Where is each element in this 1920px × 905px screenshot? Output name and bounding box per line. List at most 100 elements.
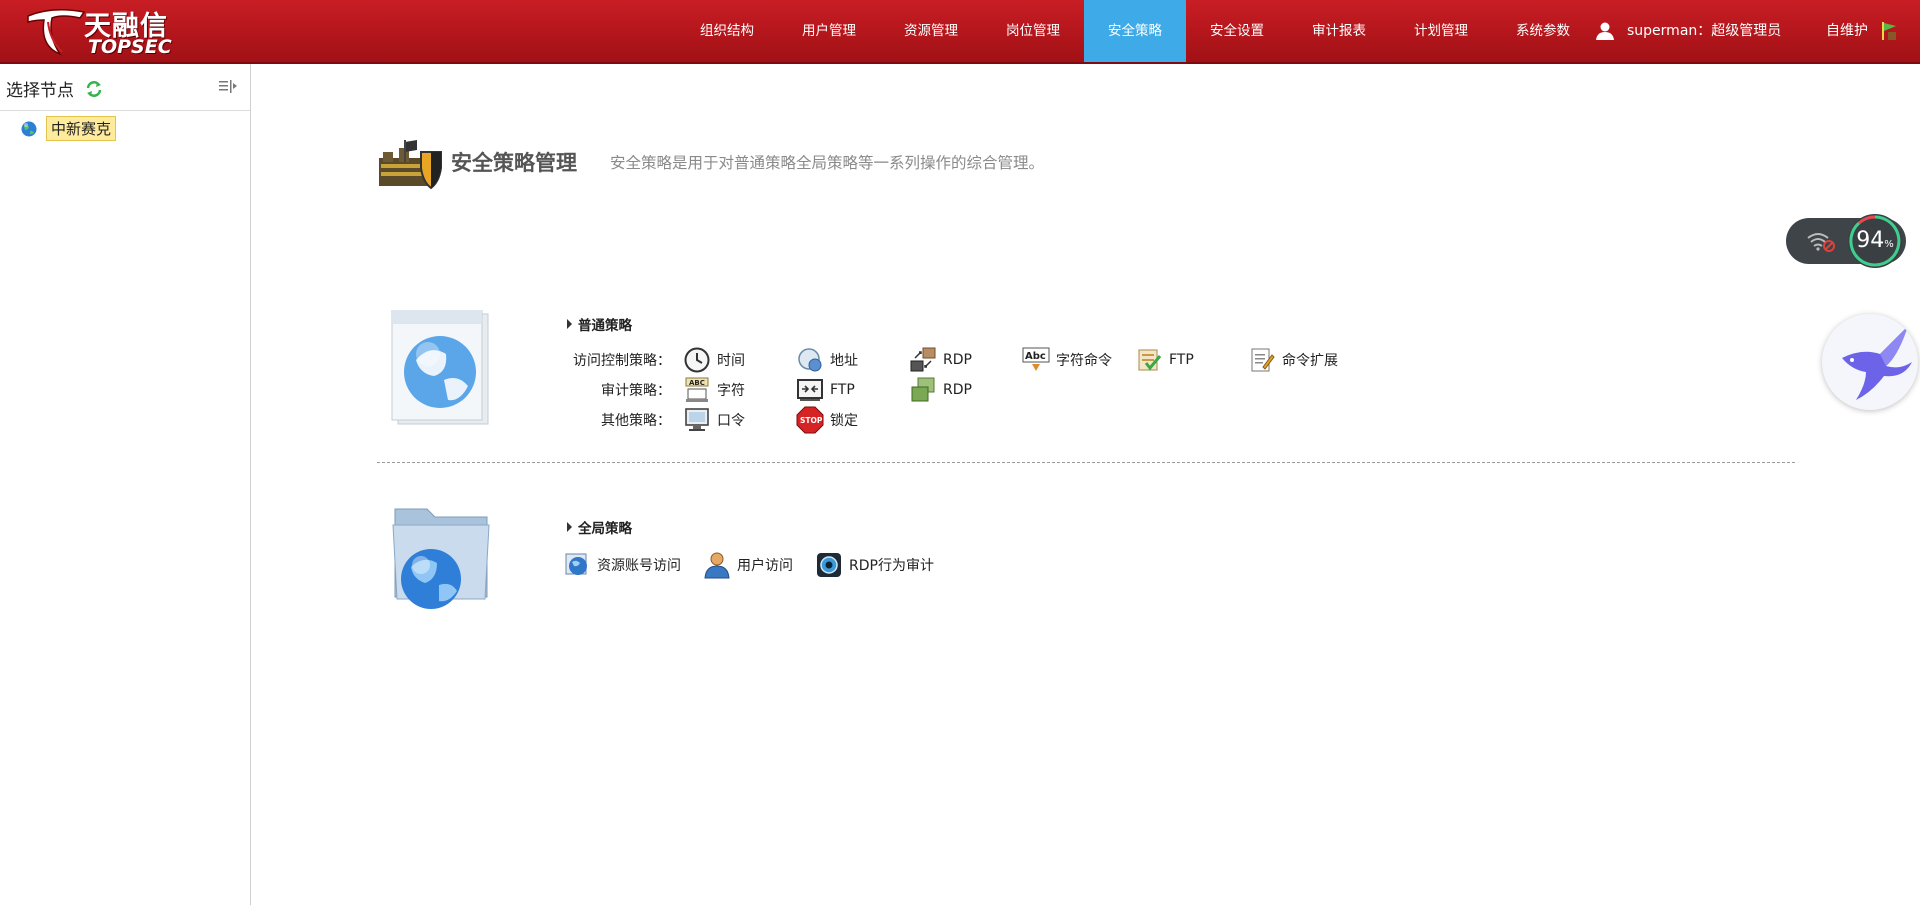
normal-policy-heading-text: 普通策略 xyxy=(578,318,632,334)
nav-security-settings[interactable]: 安全设置 xyxy=(1186,0,1288,62)
user-access-link[interactable]: 用户访问 xyxy=(703,551,793,579)
nav-org-structure[interactable]: 组织结构 xyxy=(676,0,778,62)
topsec-logo: 天融信 TOPSEC xyxy=(22,2,197,60)
audit-policy-row: 审计策略： ABC 字符 FTP RDP xyxy=(563,376,972,404)
policy-address-link[interactable]: 地址 xyxy=(796,346,909,374)
node-sidebar: 选择节点 中新赛克 xyxy=(0,64,251,905)
section-divider xyxy=(377,462,1795,463)
policy-char-command-label: 字符命令 xyxy=(1056,353,1112,369)
global-policy-folder-image xyxy=(392,508,490,609)
policy-command-extension-label: 命令扩展 xyxy=(1282,353,1338,369)
refresh-icon[interactable] xyxy=(85,80,103,98)
resource-account-globe-icon xyxy=(563,551,591,579)
security-policy-title-icon xyxy=(379,140,442,190)
nav-system-params[interactable]: 系统参数 xyxy=(1492,0,1594,62)
policy-ftp-access-link[interactable]: FTP xyxy=(1135,346,1248,374)
policy-time-link[interactable]: 时间 xyxy=(683,346,796,374)
audit-ftp-link[interactable]: FTP xyxy=(796,376,909,404)
globe-node-icon xyxy=(21,121,37,136)
usage-percent-value: 94 xyxy=(1856,228,1885,253)
normal-policy-document-image xyxy=(391,310,489,425)
address-globe-icon xyxy=(796,346,824,374)
rdp-behavior-audit-label: RDP行为审计 xyxy=(849,558,934,574)
audit-ftp-label: FTP xyxy=(830,382,855,398)
rdp-windows-icon xyxy=(909,376,937,404)
tree-node-root[interactable]: 中新赛克 xyxy=(20,116,117,141)
clock-icon xyxy=(683,346,711,374)
audit-policy-label: 审计策略： xyxy=(601,383,671,399)
sidebar-header: 选择节点 xyxy=(0,64,250,111)
usage-percent-sign: % xyxy=(1884,239,1894,250)
logo-mark-icon xyxy=(27,9,86,56)
ftp-transfer-icon xyxy=(796,376,824,404)
triangle-bullet-icon xyxy=(567,522,572,532)
abc-terminal-icon: ABC xyxy=(683,376,711,404)
resource-account-access-link[interactable]: 资源账号访问 xyxy=(563,551,681,579)
rdp-behavior-audit-link[interactable]: RDP行为审计 xyxy=(815,551,934,579)
nav-resource-management[interactable]: 资源管理 xyxy=(880,0,982,62)
sidebar-title: 选择节点 xyxy=(6,81,74,101)
ftp-checklist-icon xyxy=(1135,346,1163,374)
nav-post-management[interactable]: 岗位管理 xyxy=(982,0,1084,62)
main-content: 安全策略管理 安全策略是用于对普通策略全局策略等一系列操作的综合管理。 普通策略… xyxy=(251,64,1920,905)
other-password-label: 口令 xyxy=(717,413,745,429)
global-policy-items: 资源账号访问 用户访问 RDP行为审计 xyxy=(563,551,956,579)
nav-user-management[interactable]: 用户管理 xyxy=(778,0,880,62)
triangle-bullet-icon xyxy=(567,319,572,329)
nav-audit-reports[interactable]: 审计报表 xyxy=(1288,0,1390,62)
monitor-password-icon xyxy=(683,406,711,434)
nav-plan-management[interactable]: 计划管理 xyxy=(1390,0,1492,62)
tree-node-label[interactable]: 中新赛克 xyxy=(46,116,117,141)
main-nav: 组织结构 用户管理 资源管理 岗位管理 安全策略 安全设置 审计报表 计划管理 … xyxy=(676,0,1594,62)
nav-security-policy[interactable]: 安全策略 xyxy=(1084,0,1186,62)
rdp-camera-icon xyxy=(815,551,843,579)
self-maintenance-link[interactable]: 自维护 xyxy=(1826,0,1900,62)
hummingbird-icon xyxy=(1842,326,1912,400)
audit-char-link[interactable]: ABC 字符 xyxy=(683,376,796,404)
user-access-label: 用户访问 xyxy=(737,558,793,574)
access-control-label: 访问控制策略： xyxy=(573,353,671,369)
other-policy-row: 其他策略： 口令 STOP 锁定 xyxy=(563,406,858,434)
policy-rdp-access-link[interactable]: RDP xyxy=(909,346,1022,374)
network-speed-widget[interactable]: 94% xyxy=(1786,214,1906,268)
policy-char-command-link[interactable]: Abc 字符命令 xyxy=(1022,346,1135,374)
policy-command-extension-link[interactable]: 命令扩展 xyxy=(1248,346,1338,374)
policy-ftp-access-label: FTP xyxy=(1169,352,1194,368)
svg-text:Abc: Abc xyxy=(1025,351,1046,362)
other-lock-link[interactable]: STOP 锁定 xyxy=(796,406,858,434)
abc-spellcheck-icon: Abc xyxy=(1022,346,1050,374)
logo-english-text: TOPSEC xyxy=(88,36,172,58)
other-lock-label: 锁定 xyxy=(830,413,858,429)
svg-text:ABC: ABC xyxy=(689,379,705,387)
floating-bird-assistant[interactable] xyxy=(1822,314,1918,410)
self-maintenance-label: 自维护 xyxy=(1826,23,1868,39)
page-description: 安全策略是用于对普通策略全局策略等一系列操作的综合管理。 xyxy=(610,154,1045,172)
svg-text:STOP: STOP xyxy=(800,416,823,425)
global-policy-heading-text: 全局策略 xyxy=(578,521,632,537)
normal-policy-heading: 普通策略 xyxy=(567,314,632,334)
access-control-row: 访问控制策略： 时间 地址 RDP Abc 字符命令 FTP 命令扩展 xyxy=(563,346,1338,374)
audit-rdp-link[interactable]: RDP xyxy=(909,376,972,404)
resource-account-access-label: 资源账号访问 xyxy=(597,558,681,574)
other-policy-label: 其他策略： xyxy=(601,413,671,429)
other-password-link[interactable]: 口令 xyxy=(683,406,796,434)
top-header: 天融信 TOPSEC 组织结构 用户管理 资源管理 岗位管理 安全策略 安全设置… xyxy=(0,0,1920,64)
audit-rdp-label: RDP xyxy=(943,382,972,398)
notepad-pencil-icon xyxy=(1248,346,1276,374)
user-person-icon xyxy=(703,551,731,579)
policy-rdp-access-label: RDP xyxy=(943,352,972,368)
audit-char-label: 字符 xyxy=(717,383,745,399)
rdp-arrows-icon xyxy=(909,346,937,374)
policy-address-label: 地址 xyxy=(830,353,858,369)
policy-time-label: 时间 xyxy=(717,353,745,369)
current-user[interactable]: superman：超级管理员 xyxy=(1595,0,1781,62)
wifi-blocked-icon xyxy=(1807,233,1835,252)
exit-flag-icon[interactable] xyxy=(1880,20,1900,42)
page-title: 安全策略管理 xyxy=(451,151,577,175)
stop-sign-icon: STOP xyxy=(796,406,824,434)
global-policy-heading: 全局策略 xyxy=(567,517,632,537)
usage-percent: 94% xyxy=(1846,212,1904,270)
user-label: superman：超级管理员 xyxy=(1627,23,1782,39)
collapse-sidebar-icon[interactable] xyxy=(218,79,238,95)
user-icon xyxy=(1596,22,1614,40)
